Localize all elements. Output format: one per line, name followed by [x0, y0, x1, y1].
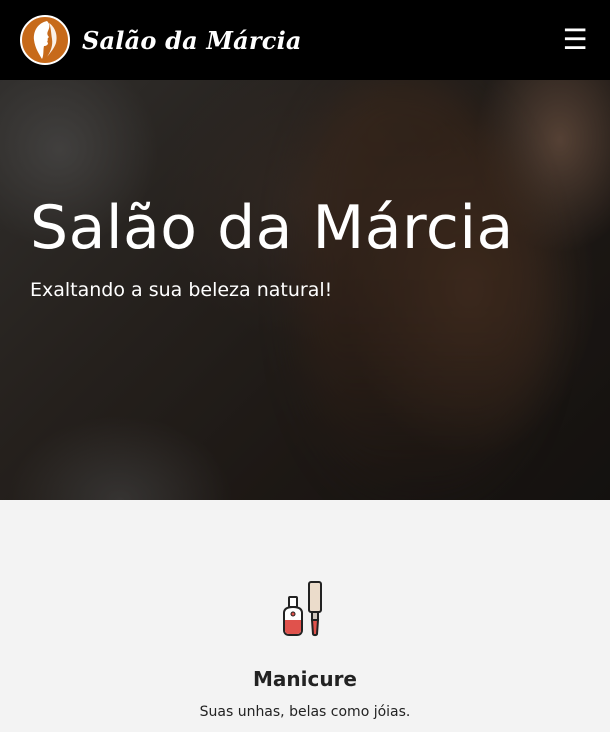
hero-subtitle: Exaltando a sua beleza natural!: [30, 279, 333, 301]
navbar: Salão da Márcia ☰: [0, 0, 610, 80]
service-title: Manicure: [252, 667, 357, 691]
service-card: Manicure Suas unhas, belas como jóias.: [0, 580, 610, 722]
brand-name: Salão da Márcia: [82, 25, 302, 55]
hamburger-menu-icon[interactable]: ☰: [560, 25, 590, 55]
woman-silhouette-icon: [20, 15, 70, 65]
service-description: Suas unhas, belas como jóias.: [199, 704, 411, 720]
brand-link[interactable]: Salão da Márcia: [20, 15, 302, 65]
hero-content: Salão da Márcia Exaltando a sua beleza n…: [30, 192, 590, 302]
services-section: Manicure Suas unhas, belas como jóias.: [0, 500, 610, 732]
hero-title: Salão da Márcia: [30, 193, 514, 263]
nail-polish-icon: [283, 581, 322, 637]
hero-section: Salão da Márcia Exaltando a sua beleza n…: [0, 80, 610, 500]
